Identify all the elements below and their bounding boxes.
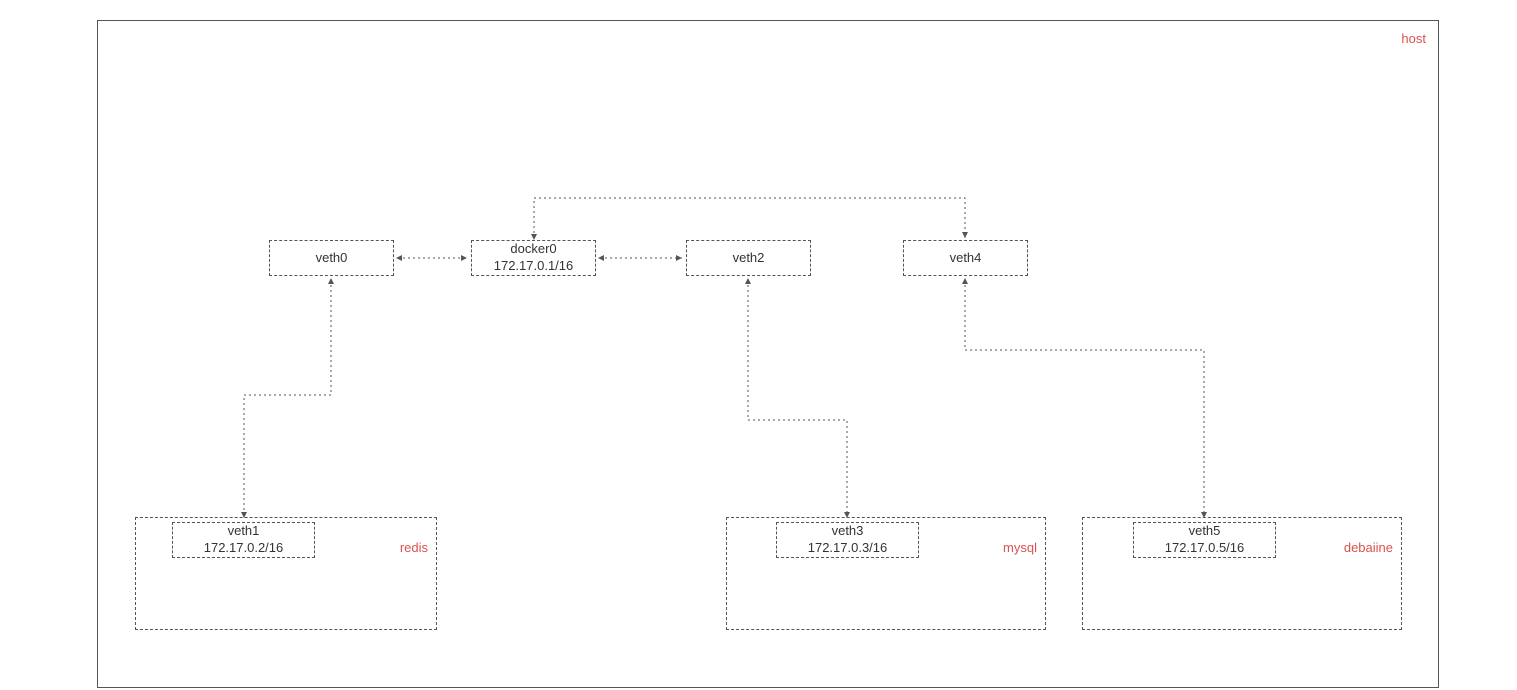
mysql-label: mysql <box>1003 540 1037 555</box>
veth1-interface: veth1 172.17.0.2/16 <box>172 522 315 558</box>
veth0-label: veth0 <box>316 250 348 267</box>
veth5-interface: veth5 172.17.0.5/16 <box>1133 522 1276 558</box>
veth3-name: veth3 <box>832 523 864 540</box>
veth1-name: veth1 <box>228 523 260 540</box>
veth2-label: veth2 <box>733 250 765 267</box>
veth3-ip: 172.17.0.3/16 <box>808 540 888 557</box>
docker0-bridge: docker0 172.17.0.1/16 <box>471 240 596 276</box>
docker0-name: docker0 <box>510 241 556 258</box>
veth2-interface: veth2 <box>686 240 811 276</box>
veth5-name: veth5 <box>1189 523 1221 540</box>
veth3-interface: veth3 172.17.0.3/16 <box>776 522 919 558</box>
veth4-label: veth4 <box>950 250 982 267</box>
veth1-ip: 172.17.0.2/16 <box>204 540 284 557</box>
veth4-interface: veth4 <box>903 240 1028 276</box>
debaiine-label: debaiine <box>1344 540 1393 555</box>
host-label: host <box>1401 31 1426 46</box>
redis-label: redis <box>400 540 428 555</box>
veth0-interface: veth0 <box>269 240 394 276</box>
veth5-ip: 172.17.0.5/16 <box>1165 540 1245 557</box>
docker0-ip: 172.17.0.1/16 <box>494 258 574 275</box>
